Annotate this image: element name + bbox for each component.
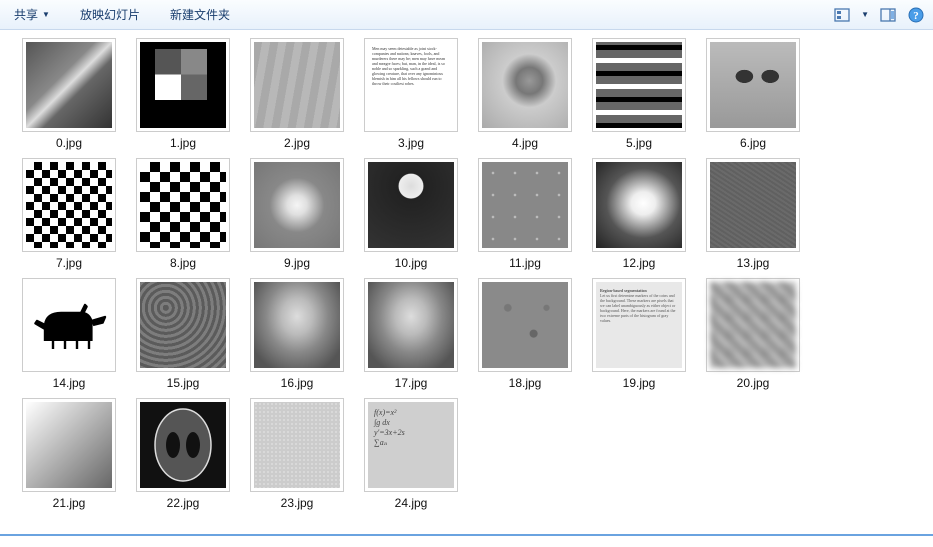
thumbnail-caption: 6.jpg [740, 136, 766, 150]
thumbnail-caption: 19.jpg [623, 376, 656, 390]
thumbnail-image: Region-based segmentationLet us first de… [596, 282, 682, 368]
thumbnail-caption: 2.jpg [284, 136, 310, 150]
thumbnail-image [26, 42, 112, 128]
thumbnail-image [140, 162, 226, 248]
thumbnail-image [254, 162, 340, 248]
new-folder-button[interactable]: 新建文件夹 [164, 2, 236, 27]
share-menu[interactable]: 共享 ▼ [8, 2, 56, 27]
share-label: 共享 [14, 6, 38, 23]
thumbnail-caption: 7.jpg [56, 256, 82, 270]
thumbnail-caption: 4.jpg [512, 136, 538, 150]
thumbnail-caption: 14.jpg [53, 376, 86, 390]
thumbnail-image [482, 162, 568, 248]
toolbar-left-group: 共享 ▼ 放映幻灯片 新建文件夹 [8, 2, 236, 27]
slideshow-button[interactable]: 放映幻灯片 [74, 2, 146, 27]
thumbnail-item[interactable]: 10.jpg [354, 158, 468, 270]
view-options-button[interactable] [833, 6, 851, 24]
thumbnail-caption: 16.jpg [281, 376, 314, 390]
thumbnail-caption: 22.jpg [167, 496, 200, 510]
new-folder-label: 新建文件夹 [170, 6, 230, 23]
thumbnail-caption: 8.jpg [170, 256, 196, 270]
thumbnail-item[interactable]: Region-based segmentationLet us first de… [582, 278, 696, 390]
thumbnail-item[interactable]: 14.jpg [12, 278, 126, 390]
thumbnail-item[interactable]: 8.jpg [126, 158, 240, 270]
thumbnail-item[interactable]: 12.jpg [582, 158, 696, 270]
thumbnail-item[interactable]: 22.jpg [126, 398, 240, 510]
thumbnail-image [482, 42, 568, 128]
thumbnail-image [368, 282, 454, 368]
thumbnail-image [26, 402, 112, 488]
thumbnail-image [710, 162, 796, 248]
thumbnail-image [140, 282, 226, 368]
thumbnail-item[interactable]: 18.jpg [468, 278, 582, 390]
thumbnail-caption: 9.jpg [284, 256, 310, 270]
thumbnail-caption: 23.jpg [281, 496, 314, 510]
thumbnail-caption: 17.jpg [395, 376, 428, 390]
thumbnail-image [596, 162, 682, 248]
thumbnail-image [254, 282, 340, 368]
thumbnail-item[interactable]: 20.jpg [696, 278, 810, 390]
thumbnail-caption: 12.jpg [623, 256, 656, 270]
toolbar-right-group: ▼ ? [833, 6, 925, 24]
thumbnail-image [710, 42, 796, 128]
toolbar: 共享 ▼ 放映幻灯片 新建文件夹 ▼ [0, 0, 933, 30]
thumbnail-grid: 0.jpg 1.jpg 2.jpg Men may seem detestabl… [12, 38, 921, 518]
thumbnail-caption: 10.jpg [395, 256, 428, 270]
thumbnail-caption: 5.jpg [626, 136, 652, 150]
svg-text:?: ? [913, 10, 919, 22]
thumbnail-item[interactable]: 4.jpg [468, 38, 582, 150]
thumbnail-caption: 24.jpg [395, 496, 428, 510]
thumbnail-item[interactable]: 16.jpg [240, 278, 354, 390]
thumbnail-item[interactable]: 15.jpg [126, 278, 240, 390]
thumbnail-item[interactable]: 5.jpg [582, 38, 696, 150]
thumbnail-caption: 1.jpg [170, 136, 196, 150]
thumbnail-image [710, 282, 796, 368]
thumbnail-image [254, 42, 340, 128]
thumbnail-caption: 13.jpg [737, 256, 770, 270]
thumbnail-item[interactable]: 23.jpg [240, 398, 354, 510]
thumbnail-caption: 20.jpg [737, 376, 770, 390]
thumbnail-image [482, 282, 568, 368]
thumbnail-item[interactable]: 1.jpg [126, 38, 240, 150]
thumbnail-item[interactable]: 7.jpg [12, 158, 126, 270]
chevron-down-icon: ▼ [42, 10, 50, 19]
thumbnail-item[interactable]: Men may seem detestable as joint stock-c… [354, 38, 468, 150]
thumbnail-image: Men may seem detestable as joint stock-c… [368, 42, 454, 128]
thumbnail-caption: 11.jpg [509, 256, 541, 270]
thumbnail-image: f(x)=x²∫g dxy'=3x+2s∑aₙ [368, 402, 454, 488]
thumbnail-image [26, 162, 112, 248]
thumbnail-image [596, 42, 682, 128]
thumbnail-caption: 18.jpg [509, 376, 542, 390]
thumbnail-item[interactable]: 17.jpg [354, 278, 468, 390]
thumbnail-area: 0.jpg 1.jpg 2.jpg Men may seem detestabl… [0, 30, 933, 536]
thumbnail-image [140, 42, 226, 128]
thumbnail-item[interactable]: f(x)=x²∫g dxy'=3x+2s∑aₙ 24.jpg [354, 398, 468, 510]
view-options-icon [834, 8, 850, 22]
help-button[interactable]: ? [907, 6, 925, 24]
thumbnail-item[interactable]: 21.jpg [12, 398, 126, 510]
thumbnail-caption: 21.jpg [53, 496, 86, 510]
thumbnail-caption: 15.jpg [167, 376, 200, 390]
thumbnail-image [26, 282, 112, 368]
thumbnail-image [140, 402, 226, 488]
thumbnail-item[interactable]: 0.jpg [12, 38, 126, 150]
help-icon: ? [908, 7, 924, 23]
slideshow-label: 放映幻灯片 [80, 6, 140, 23]
thumbnail-item[interactable]: 2.jpg [240, 38, 354, 150]
thumbnail-image [368, 162, 454, 248]
thumbnail-caption: 0.jpg [56, 136, 82, 150]
preview-pane-button[interactable] [879, 6, 897, 24]
thumbnail-item[interactable]: 13.jpg [696, 158, 810, 270]
thumbnail-item[interactable]: 9.jpg [240, 158, 354, 270]
preview-pane-icon [880, 8, 896, 22]
thumbnail-item[interactable]: 6.jpg [696, 38, 810, 150]
thumbnail-image [254, 402, 340, 488]
chevron-down-icon[interactable]: ▼ [861, 10, 869, 19]
thumbnail-item[interactable]: 11.jpg [468, 158, 582, 270]
thumbnail-caption: 3.jpg [398, 136, 424, 150]
